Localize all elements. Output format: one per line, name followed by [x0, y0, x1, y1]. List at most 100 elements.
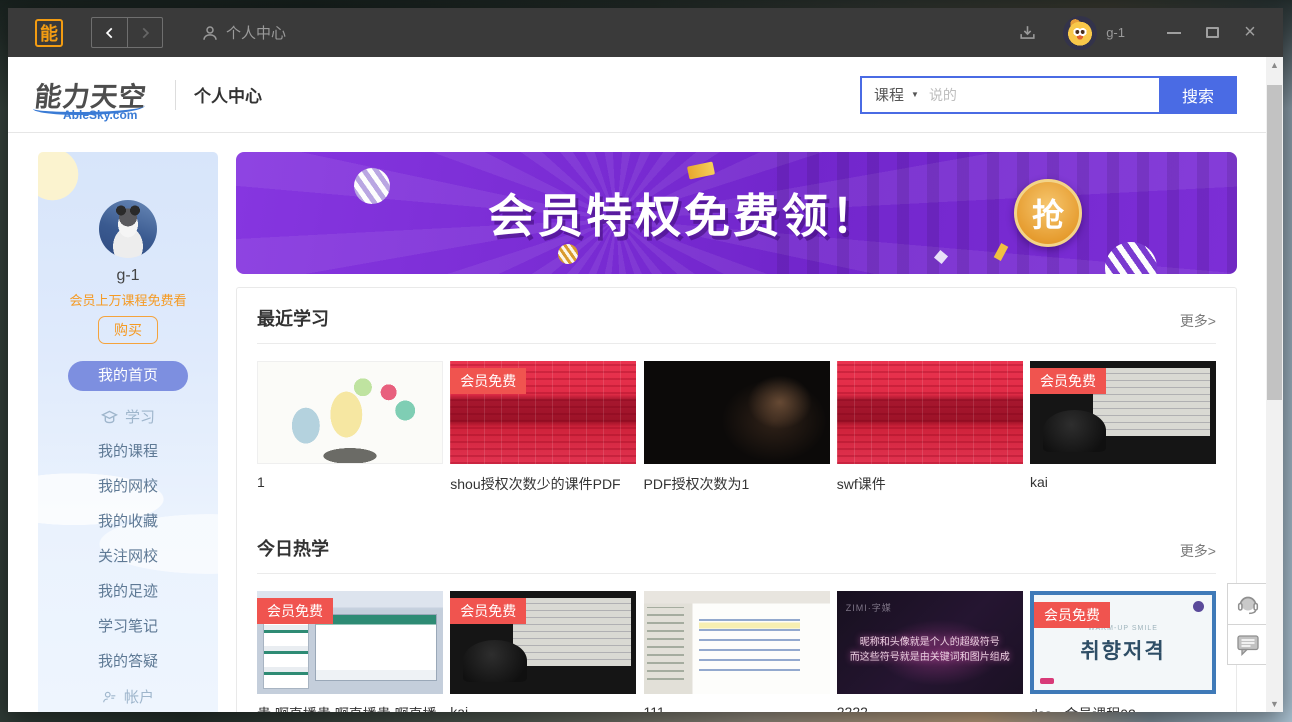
course-thumbnail	[257, 361, 443, 464]
scrollbar[interactable]: ▲ ▼	[1266, 57, 1283, 712]
course-thumbnail: 会员免费	[450, 591, 636, 694]
search-input[interactable]	[929, 78, 1159, 112]
main-content: 会员特权免费领！ 抢 最近学习 更多> 1 会员免费	[236, 152, 1237, 712]
buy-membership-button[interactable]: 购买	[98, 316, 158, 344]
course-card[interactable]: swf课件	[837, 361, 1023, 494]
member-free-badge: 会员免费	[1030, 368, 1106, 394]
sidebar-menu: 学习 我的课程 我的网校 我的收藏 关注网校 我的足迹 学习笔记 我的答疑 帐户…	[38, 399, 218, 712]
close-icon: ×	[1244, 21, 1256, 44]
course-title: shou授权次数少的课件PDF	[450, 474, 636, 494]
sidebar-item-study-notes[interactable]: 学习笔记	[38, 609, 218, 644]
course-title: dss - 会员课程02	[1030, 704, 1216, 712]
close-button[interactable]: ×	[1231, 18, 1269, 48]
app-logo-icon: 能	[35, 19, 63, 47]
minimize-button[interactable]	[1155, 18, 1193, 48]
thumbnail-caption-line2: 而这些符号就是由关键词和图片组成	[850, 652, 1010, 663]
sidebar-item-my-qa[interactable]: 我的答疑	[38, 644, 218, 679]
section-title: 最近学习	[257, 305, 329, 331]
scroll-thumb[interactable]	[1267, 85, 1282, 400]
member-free-badge: 会员免费	[450, 368, 526, 394]
header-divider	[175, 80, 176, 110]
section-divider	[257, 573, 1216, 574]
search-bar: 课程 ▼ 搜索	[860, 76, 1237, 114]
course-card[interactable]: 会员免费 shou授权次数少的课件PDF	[450, 361, 636, 494]
section-hot-header: 今日热学 更多>	[257, 536, 1216, 561]
sidebar-section-account: 帐户	[38, 679, 218, 712]
course-title: 111	[644, 704, 830, 712]
forward-button[interactable]	[127, 18, 162, 47]
user-icon	[201, 24, 219, 42]
course-thumbnail: 会员免费	[257, 591, 443, 694]
maximize-button[interactable]	[1193, 18, 1231, 48]
course-card[interactable]: 会员免费 kai	[1030, 361, 1216, 494]
app-window: 能 个人中心 g-1 × 能	[8, 8, 1283, 712]
maximize-icon	[1206, 27, 1219, 38]
brand-logo[interactable]: 能力天空 AbleSky.com	[35, 75, 153, 114]
titlebar: 能 个人中心 g-1 ×	[8, 8, 1283, 57]
course-thumbnail: 会员免费 WARM-UP SMILE 취향저격	[1030, 591, 1216, 694]
section-divider	[257, 343, 1216, 344]
customer-service-button[interactable]	[1228, 584, 1267, 624]
course-card[interactable]: PDF授权次数为1	[644, 361, 830, 494]
course-thumbnail	[644, 591, 830, 694]
hot-cards-row: 会员免费 贵 啊直播贵 啊直播贵 啊直播 会员免费 kai 111	[257, 591, 1216, 712]
chat-bubble-icon	[1236, 634, 1260, 656]
sidebar: g-1 会员上万课程免费看 购买 我的首页 学习 我的课程 我的网校 我的收藏 …	[38, 152, 218, 712]
sidebar-item-my-footprints[interactable]: 我的足迹	[38, 574, 218, 609]
course-title: kai	[1030, 474, 1216, 490]
thumbnail-logo-text: ZIMI·字媒	[846, 601, 892, 614]
course-card[interactable]: 1	[257, 361, 443, 494]
course-thumbnail	[644, 361, 830, 464]
course-title: 贵 啊直播贵 啊直播贵 啊直播	[257, 704, 443, 712]
course-title: swf课件	[837, 474, 1023, 494]
confetti-decoration	[687, 161, 715, 179]
course-card[interactable]: 会员免费 贵 啊直播贵 啊直播贵 啊直播	[257, 591, 443, 712]
titlebar-avatar[interactable]	[1063, 16, 1097, 50]
header: 能力天空 AbleSky.com 个人中心 课程 ▼ 搜索	[8, 57, 1283, 133]
account-icon	[102, 690, 117, 704]
course-title: PDF授权次数为1	[644, 474, 830, 494]
chevron-down-icon: ▼	[911, 90, 919, 99]
banner-grab-button[interactable]: 抢	[1014, 179, 1082, 247]
sidebar-section-learn: 学习	[38, 399, 218, 434]
member-free-badge: 会员免费	[1034, 602, 1110, 628]
search-category-label: 课程	[874, 84, 904, 105]
sidebar-item-my-favorites[interactable]: 我的收藏	[38, 504, 218, 539]
striped-ball-decoration	[354, 168, 390, 204]
striped-ball-decoration	[558, 244, 578, 264]
thumbnail-caption-line1: 昵称和头像就是个人的超级符号	[860, 637, 1000, 648]
titlebar-page-label: 个人中心	[226, 22, 286, 43]
course-card[interactable]: ZIMI·字媒 昵称和头像就是个人的超级符号 而这些符号就是由关键词和图片组成 …	[837, 591, 1023, 712]
course-card[interactable]: 111	[644, 591, 830, 712]
course-thumbnail: 会员免费	[450, 361, 636, 464]
course-title: 2222	[837, 704, 1023, 712]
sidebar-item-my-courses[interactable]: 我的课程	[38, 434, 218, 469]
course-card[interactable]: 会员免费 WARM-UP SMILE 취향저격 dss - 会员课程02	[1030, 591, 1216, 712]
sidebar-item-followed-schools[interactable]: 关注网校	[38, 539, 218, 574]
course-title: 1	[257, 474, 443, 490]
scroll-down-arrow[interactable]: ▼	[1266, 699, 1283, 709]
search-category-dropdown[interactable]: 课程 ▼	[862, 84, 929, 105]
sidebar-avatar[interactable]	[99, 200, 157, 258]
section-title: 今日热学	[257, 535, 329, 561]
sidebar-username: g-1	[38, 267, 218, 285]
confetti-decoration	[994, 243, 1009, 261]
sidebar-section-learn-label: 学习	[125, 406, 155, 427]
feedback-chat-button[interactable]	[1228, 624, 1267, 664]
brand-logo-en: AbleSky.com	[63, 108, 137, 122]
back-icon	[103, 26, 117, 40]
more-link[interactable]: 更多>	[1180, 541, 1216, 561]
titlebar-username: g-1	[1106, 25, 1125, 40]
forward-icon	[138, 26, 152, 40]
search-button[interactable]: 搜索	[1159, 76, 1237, 114]
membership-banner[interactable]: 会员特权免费领！ 抢	[236, 152, 1237, 274]
membership-promo-text: 会员上万课程免费看	[38, 290, 218, 309]
more-link[interactable]: 更多>	[1180, 311, 1216, 331]
sidebar-item-home[interactable]: 我的首页	[68, 361, 188, 391]
back-button[interactable]	[92, 18, 127, 47]
sidebar-item-my-schools[interactable]: 我的网校	[38, 469, 218, 504]
download-button[interactable]	[1018, 23, 1037, 42]
course-card[interactable]: 会员免费 kai	[450, 591, 636, 712]
scroll-up-arrow[interactable]: ▲	[1266, 60, 1283, 70]
sidebar-section-account-label: 帐户	[124, 686, 154, 707]
